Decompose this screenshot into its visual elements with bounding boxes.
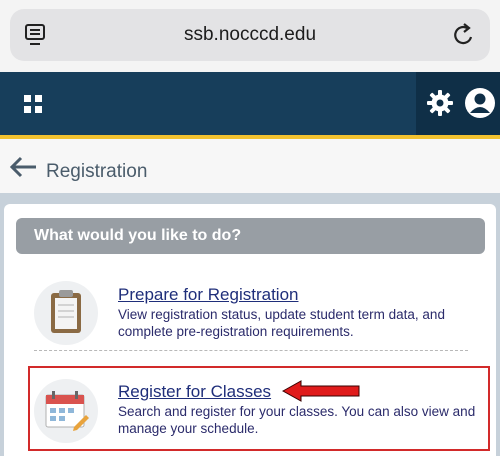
header-actions: [416, 72, 500, 135]
app-header: [0, 72, 500, 135]
breadcrumb: Registration: [0, 139, 500, 193]
back-arrow-icon[interactable]: [8, 155, 38, 179]
prepare-registration-link[interactable]: Prepare for Registration: [118, 285, 298, 305]
gear-icon[interactable]: [426, 89, 454, 117]
highlight-annotation-box: [28, 366, 490, 451]
red-arrow-icon: [281, 380, 360, 402]
clipboard-icon: [34, 281, 98, 345]
address-bar[interactable]: ssb.nocccd.edu: [10, 9, 490, 61]
option-prepare-registration[interactable]: Prepare for Registration View registrati…: [28, 281, 490, 351]
page-title: Registration: [46, 161, 148, 182]
apps-grid-icon[interactable]: [24, 95, 42, 113]
reload-icon[interactable]: [452, 22, 476, 48]
prepare-registration-description: View registration status, update student…: [118, 307, 445, 339]
question-header: What would you like to do?: [16, 218, 485, 254]
user-avatar-icon[interactable]: [464, 87, 496, 119]
browser-toolbar: ssb.nocccd.edu: [0, 0, 500, 72]
url-text[interactable]: ssb.nocccd.edu: [10, 24, 490, 46]
question-text: What would you like to do?: [34, 227, 242, 244]
option-divider: [34, 350, 468, 351]
